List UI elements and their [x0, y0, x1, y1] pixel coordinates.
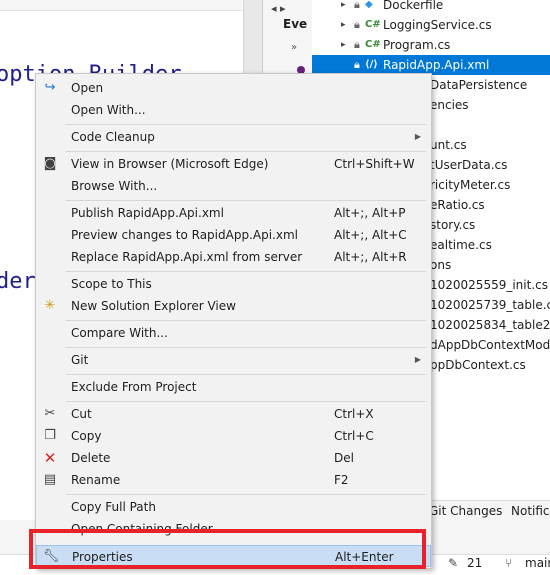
menu-item-copy[interactable]: ❐ Copy Ctrl+C [36, 425, 431, 447]
menu-item-open[interactable]: ↪ Open [36, 77, 431, 99]
context-menu: ↪ Open Open With... Code Cleanup ▶ ◙ Vie… [35, 73, 432, 569]
tree-item-rapidapp-api-xml[interactable]: 🔒︎ ⟨/⟩ RapidApp.Api.xml [312, 55, 550, 75]
wrench-icon: 🔧︎ [42, 549, 60, 564]
code-line: der [0, 269, 36, 294]
menu-separator [66, 271, 426, 272]
tree-item-partial[interactable]: eRatio.cs [430, 195, 485, 215]
tree-item-partial[interactable]: ons [430, 255, 451, 275]
tree-item-partial[interactable]: dAppDbContextModel [430, 335, 550, 355]
pencil-icon[interactable]: ✎ [448, 556, 458, 570]
tab-git-changes[interactable]: Git Changes [429, 502, 502, 520]
lock-icon: 🔒︎ [354, 38, 360, 51]
delete-icon: ✕ [43, 449, 57, 467]
tree-item-label: RapidApp.Api.xml [383, 58, 490, 72]
tree-item-partial[interactable]: ricityMeter.cs [430, 175, 510, 195]
csharp-file-icon: C# [365, 19, 381, 30]
submenu-arrow-icon: ▶ [414, 132, 421, 141]
menu-item-code-cleanup[interactable]: Code Cleanup ▶ [36, 126, 431, 148]
tree-item-partial[interactable]: 1020025834_table2.cs [430, 315, 550, 335]
submenu-arrow-icon: ▶ [414, 355, 421, 364]
tree-item-partial[interactable]: ppDbContext.cs [430, 355, 526, 375]
menu-item-preview-changes[interactable]: Preview changes to RapidApp.Api.xml Alt+… [36, 224, 431, 246]
tree-item-label: Program.cs [383, 38, 451, 52]
tree-item-partial[interactable]: 1020025559_init.cs [430, 275, 548, 295]
menu-item-open-with[interactable]: Open With... [36, 99, 431, 121]
menu-item-copy-full-path[interactable]: Copy Full Path [36, 496, 431, 518]
overflow-chevron-icon[interactable]: » [291, 42, 297, 53]
menu-item-cut[interactable]: ✂ Cut Ctrl+X [36, 403, 431, 425]
new-view-icon: ✳ [44, 298, 56, 313]
lock-icon: 🔒︎ [354, 58, 360, 71]
tree-item-partial[interactable]: encies [430, 95, 469, 115]
tree-item-partial[interactable]: DataPersistence [430, 75, 527, 95]
csharp-file-icon: C# [365, 39, 381, 50]
tree-item-program[interactable]: ▸ 🔒︎ C# Program.cs [312, 35, 550, 55]
menu-item-publish[interactable]: Publish RapidApp.Api.xml Alt+;, Alt+P [36, 202, 431, 224]
docker-icon: ◆ [365, 0, 373, 10]
tree-item-partial[interactable]: tUserData.cs [430, 155, 507, 175]
expand-arrow-icon[interactable]: ▸ [341, 0, 346, 15]
menu-item-browse-with[interactable]: Browse With... [36, 175, 431, 197]
lock-icon: 🔒︎ [354, 18, 360, 31]
git-branch-icon[interactable]: ⑂ [505, 556, 512, 570]
tree-item-partial[interactable]: unt.cs [430, 135, 467, 155]
menu-separator [66, 320, 426, 321]
menu-separator [66, 374, 426, 375]
tree-item-label: LoggingService.cs [383, 18, 492, 32]
menu-separator [66, 347, 426, 348]
tree-item-dockerfile[interactable]: ▸ 🔒︎ ◆ Dockerfile [312, 0, 550, 15]
menu-separator [66, 151, 426, 152]
branch-name[interactable]: main [525, 556, 550, 570]
tree-item-partial[interactable]: story.cs [430, 215, 475, 235]
tree-item-partial[interactable]: ealtime.cs [430, 235, 492, 255]
edits-count[interactable]: 21 [467, 556, 482, 570]
rename-icon: ▤ [43, 472, 57, 487]
menu-item-git[interactable]: Git ▶ [36, 349, 431, 371]
menu-separator [66, 494, 426, 495]
menu-separator [66, 401, 426, 402]
scissors-icon: ✂ [44, 406, 56, 421]
menu-separator [66, 124, 426, 125]
xml-file-icon: ⟨/⟩ [365, 59, 378, 70]
scroll-arrows-icon[interactable]: ◂ ▸ [271, 2, 286, 15]
menu-item-new-solution-explorer-view[interactable]: ✳ New Solution Explorer View [36, 295, 431, 317]
menu-item-scope-to-this[interactable]: Scope to This [36, 273, 431, 295]
menu-item-delete[interactable]: ✕ Delete Del [36, 447, 431, 469]
tree-item-loggingservice[interactable]: ▸ 🔒︎ C# LoggingService.cs [312, 15, 550, 35]
tree-item-partial[interactable]: 1020025739_table.cs [430, 295, 550, 315]
editor-top-strip [0, 0, 242, 11]
menu-item-view-in-browser[interactable]: ◙ View in Browser (Microsoft Edge) Ctrl+… [36, 153, 431, 175]
menu-item-replace-from-server[interactable]: Replace RapidApp.Api.xml from server Alt… [36, 246, 431, 268]
menu-item-rename[interactable]: ▤ Rename F2 [36, 469, 431, 491]
menu-separator [66, 200, 426, 201]
expand-arrow-icon[interactable]: ▸ [341, 15, 346, 35]
expand-arrow-icon[interactable]: ▸ [341, 35, 346, 55]
open-icon: ↪ [44, 80, 56, 95]
tree-item-label: Dockerfile [383, 0, 444, 12]
tab-notifications[interactable]: Notific [511, 502, 550, 520]
copy-icon: ❐ [44, 428, 56, 443]
events-tab[interactable]: Eve [283, 17, 307, 31]
menu-item-open-containing-folder[interactable]: Open Containing Folder [36, 518, 431, 540]
menu-item-properties[interactable]: 🔧︎ Properties Alt+Enter [36, 545, 431, 567]
browser-icon: ◙ [43, 156, 57, 171]
lock-icon: 🔒︎ [354, 0, 360, 11]
menu-item-compare-with[interactable]: Compare With... [36, 322, 431, 344]
menu-item-exclude-from-project[interactable]: Exclude From Project [36, 376, 431, 398]
